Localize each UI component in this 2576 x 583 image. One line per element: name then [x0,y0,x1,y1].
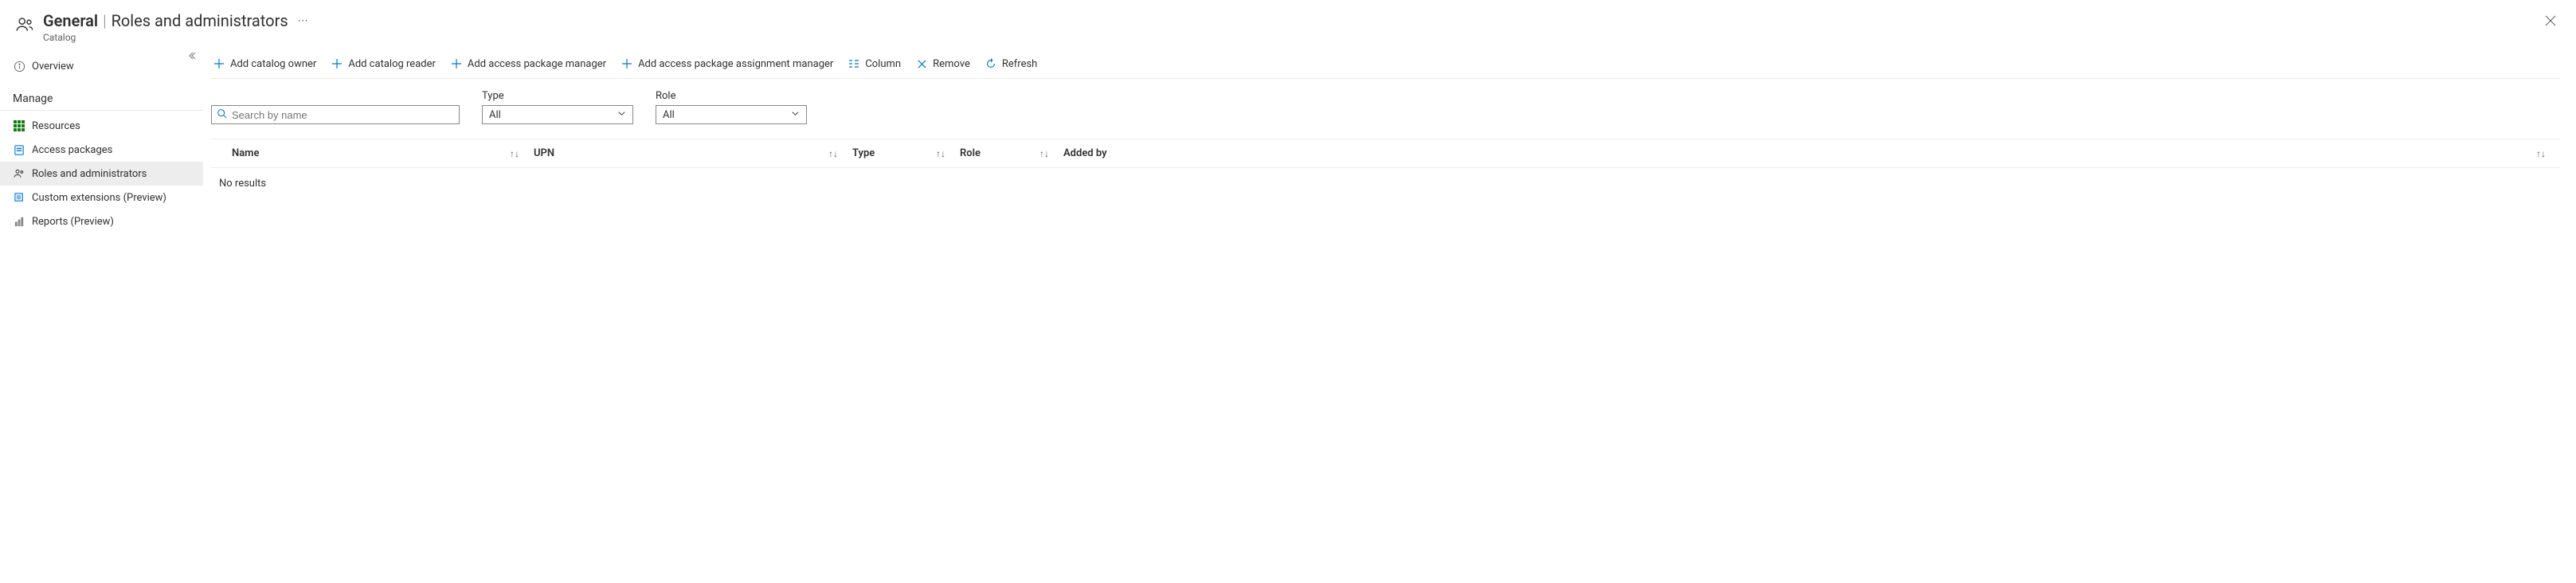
add-access-package-manager-button[interactable]: Add access package manager [448,56,608,72]
sort-icon: ↑↓ [510,148,534,159]
people-icon [13,167,25,180]
sidebar-item-label: Custom extensions (Preview) [32,192,166,204]
sidebar-item-label: Access packages [32,144,112,156]
dropdown-value: All [663,109,675,121]
search-icon [217,108,227,122]
no-results-text: No results [211,168,2560,190]
sidebar-item-label: Reports (Preview) [32,216,114,228]
type-label: Type [482,90,633,102]
column-name[interactable]: Name↑↓ [211,147,534,159]
column-type[interactable]: Type↑↓ [852,147,960,159]
sidebar-item-label: Roles and administrators [32,168,147,180]
column-button[interactable]: Column [846,56,902,72]
people-icon [14,14,35,38]
refresh-button[interactable]: Refresh [983,56,1039,72]
results-table: Name↑↓ UPN↑↓ Type↑↓ Role↑↓ Added by↑↓ No… [211,139,2560,190]
sidebar-item-reports[interactable]: Reports (Preview) [0,209,203,233]
page-title-section: Roles and administrators [112,11,288,30]
toolbar: Add catalog owner Add catalog reader Add… [211,49,2560,79]
plus-icon [621,57,633,70]
sidebar-item-custom-extensions[interactable]: Custom extensions (Preview) [0,186,203,209]
sidebar-item-resources[interactable]: Resources [0,114,203,138]
sidebar-item-overview[interactable]: Overview [0,54,203,78]
header: General | Roles and administrators ⋯ Cat… [0,0,2576,49]
remove-button[interactable]: Remove [914,56,972,72]
search-field[interactable] [232,109,454,121]
page-subtitle: Catalog [43,32,309,43]
more-icon[interactable]: ⋯ [298,15,309,27]
extension-icon [13,191,25,204]
column-role[interactable]: Role↑↓ [960,147,1063,159]
toolbar-label: Remove [933,58,970,70]
filter-bar: Type All Role All [211,79,2560,139]
refresh-icon [985,57,997,70]
dropdown-value: All [489,109,501,121]
toolbar-label: Add catalog owner [230,58,316,70]
chevron-down-icon [791,109,800,121]
sort-icon: ↑↓ [936,148,960,159]
sort-icon: ↑↓ [1039,148,1063,159]
grid-icon [13,119,25,132]
column-added-by[interactable]: Added by↑↓ [1063,147,2560,159]
add-catalog-reader-button[interactable]: Add catalog reader [329,56,437,72]
close-button[interactable] [2541,11,2560,33]
sidebar-item-access-packages[interactable]: Access packages [0,138,203,162]
reports-icon [13,215,25,228]
sidebar-item-label: Resources [32,120,80,132]
sort-icon: ↑↓ [828,148,852,159]
page-title-name: General [43,11,98,30]
add-catalog-owner-button[interactable]: Add catalog owner [211,56,318,72]
main-content: Add catalog owner Add catalog reader Add… [203,49,2576,233]
package-icon [13,143,25,156]
collapse-sidebar-icon[interactable] [187,51,197,63]
type-dropdown[interactable]: All [482,105,633,124]
plus-icon [331,57,343,70]
toolbar-label: Column [865,58,901,70]
sidebar-item-label: Overview [32,61,74,72]
plus-icon [450,57,463,70]
search-input[interactable] [211,105,460,124]
toolbar-label: Add access package manager [468,58,606,70]
sidebar-item-roles-administrators[interactable]: Roles and administrators [0,162,203,186]
sidebar-section-manage: Manage [0,78,203,111]
toolbar-label: Add catalog reader [348,58,436,70]
close-icon [915,57,928,70]
role-dropdown[interactable]: All [656,105,807,124]
sidebar: Overview Manage Resources Access package… [0,49,203,233]
table-header: Name↑↓ UPN↑↓ Type↑↓ Role↑↓ Added by↑↓ [211,139,2560,168]
plus-icon [213,57,225,70]
chevron-down-icon [617,109,626,121]
sort-icon: ↑↓ [2536,148,2560,159]
toolbar-label: Refresh [1002,58,1037,70]
columns-icon [848,57,860,70]
column-upn[interactable]: UPN↑↓ [534,147,852,159]
info-icon [13,60,25,72]
add-access-package-assignment-manager-button[interactable]: Add access package assignment manager [619,56,835,72]
title-separator: | [103,11,106,30]
role-label: Role [656,90,807,102]
toolbar-label: Add access package assignment manager [638,58,833,70]
